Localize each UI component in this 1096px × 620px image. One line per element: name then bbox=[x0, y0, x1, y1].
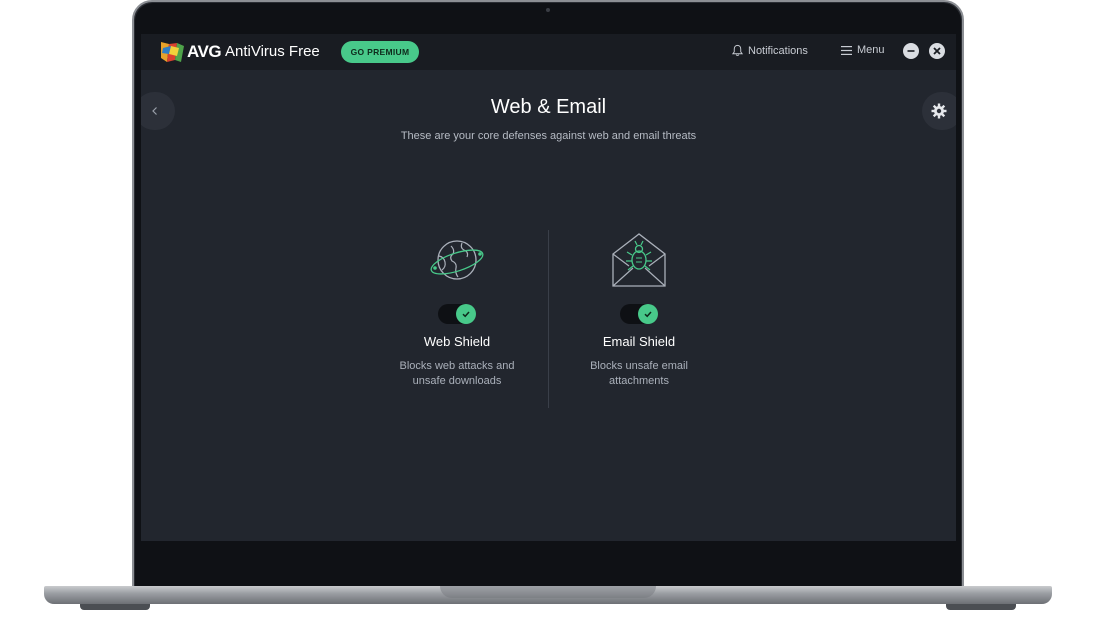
check-icon bbox=[462, 311, 470, 318]
minimize-icon bbox=[907, 50, 915, 52]
avg-logo-icon bbox=[161, 42, 184, 62]
webcam bbox=[546, 8, 550, 12]
toggle-knob bbox=[638, 304, 658, 324]
brand-name: AVG bbox=[187, 42, 222, 61]
close-icon bbox=[933, 47, 941, 55]
menu-label: Menu bbox=[857, 44, 885, 56]
web-shield-title: Web Shield bbox=[423, 334, 491, 349]
menu-button[interactable]: Menu bbox=[841, 44, 885, 56]
notifications-label: Notifications bbox=[748, 44, 808, 57]
toggle-knob bbox=[456, 304, 476, 324]
page-subtitle: These are your core defenses against web… bbox=[400, 130, 697, 142]
laptop-foot-right bbox=[946, 604, 1016, 610]
globe-icon bbox=[430, 240, 484, 280]
title-bar: AVG AntiVirus Free GO PREMIUM Notificati… bbox=[141, 34, 956, 70]
web-shield-toggle[interactable] bbox=[438, 304, 476, 324]
laptop-base-notch bbox=[440, 586, 656, 598]
bezel-bottom bbox=[141, 541, 956, 585]
laptop-foot-left bbox=[80, 604, 150, 610]
check-icon bbox=[644, 311, 652, 318]
hamburger-icon bbox=[841, 45, 852, 55]
email-shield-description: Blocks unsafe email attachments bbox=[590, 360, 688, 387]
app-window: AVG AntiVirus Free GO PREMIUM Notificati… bbox=[141, 34, 956, 541]
email-shield-title: Email Shield bbox=[602, 334, 676, 349]
web-shield-description: Blocks web attacks and unsafe downloads bbox=[399, 360, 515, 387]
envelope-bug-icon bbox=[612, 233, 666, 287]
email-shield-toggle[interactable] bbox=[620, 304, 658, 324]
go-premium-button[interactable]: GO PREMIUM bbox=[341, 41, 419, 63]
bell-icon bbox=[731, 44, 744, 56]
email-shield-card: Email Shield Blocks unsafe email attachm… bbox=[549, 230, 729, 389]
minimize-button[interactable] bbox=[903, 43, 919, 59]
close-button[interactable] bbox=[929, 43, 945, 59]
web-shield-card: Web Shield Blocks web attacks and unsafe… bbox=[367, 230, 547, 389]
product-name: AntiVirus Free bbox=[225, 43, 320, 60]
page-title: Web & Email bbox=[490, 96, 607, 118]
notifications-button[interactable]: Notifications bbox=[731, 44, 808, 57]
